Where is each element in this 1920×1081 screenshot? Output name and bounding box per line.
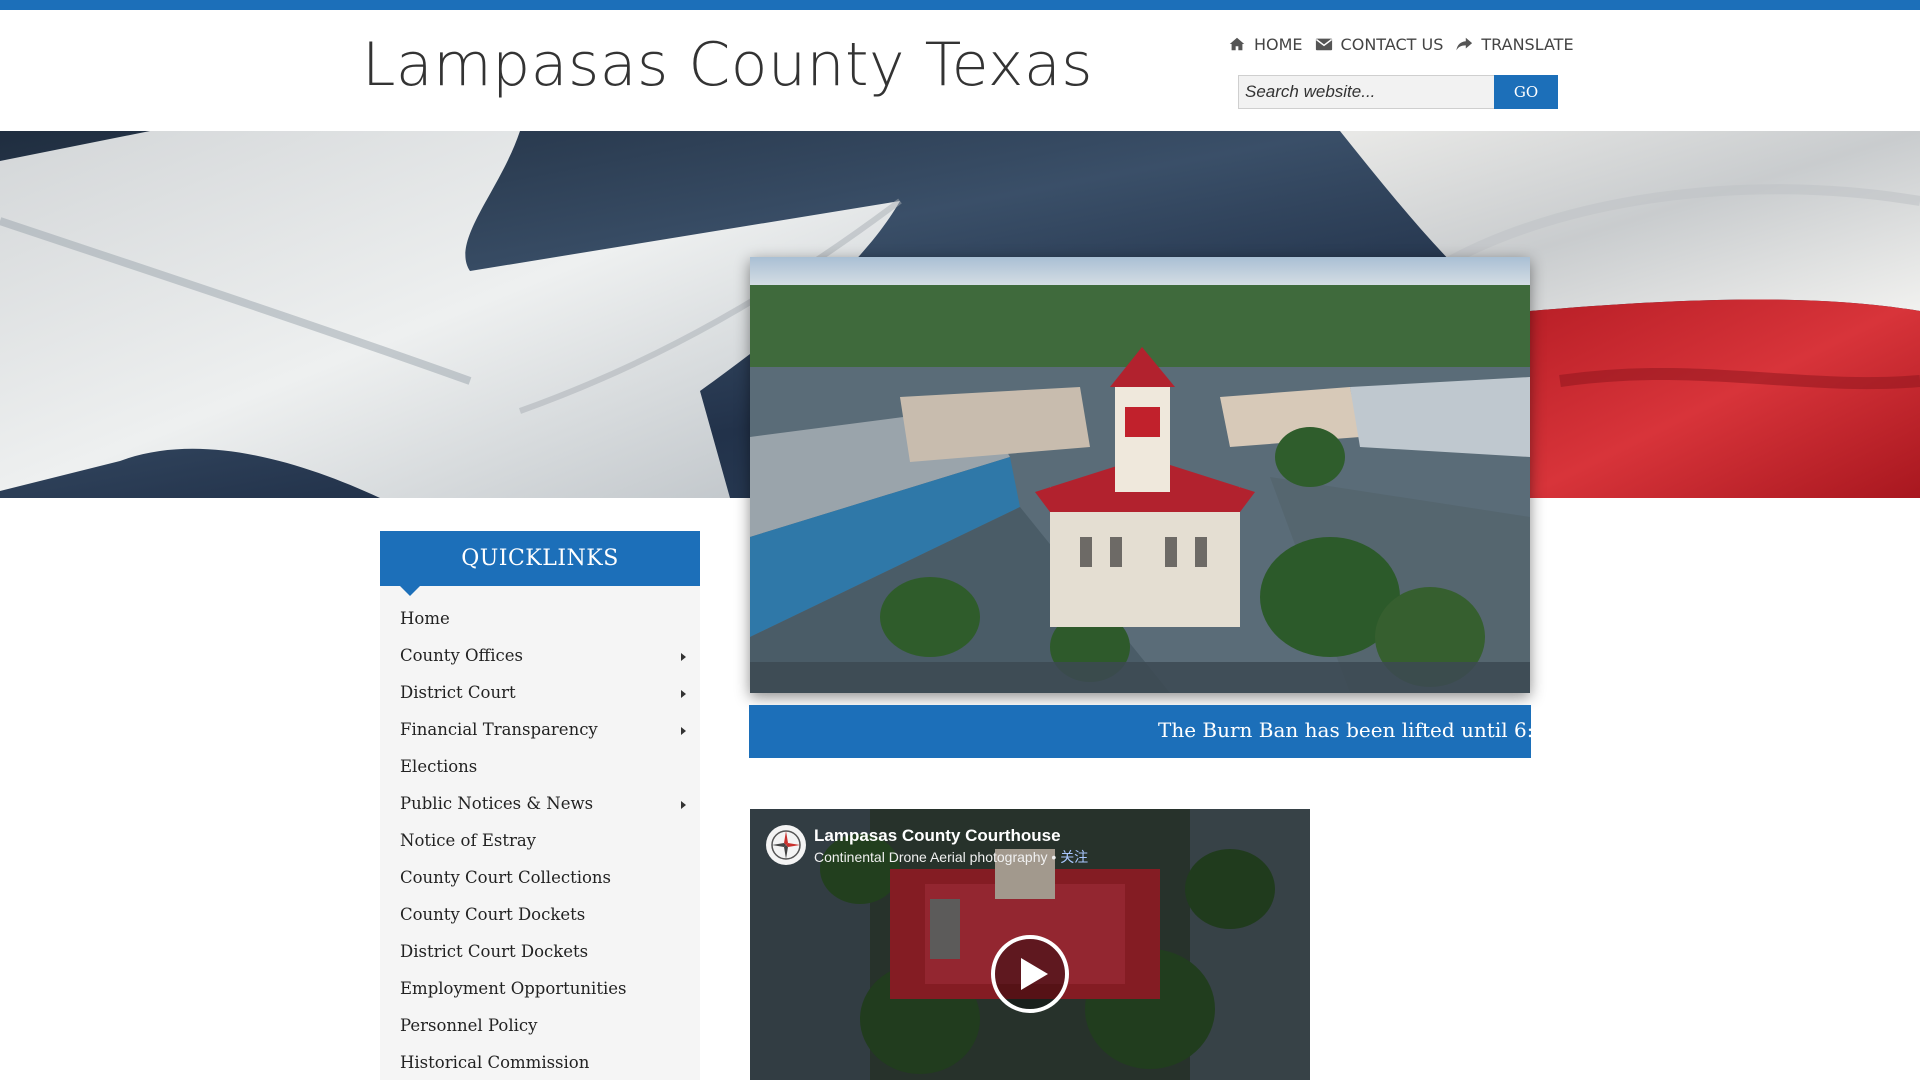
caret-right-icon <box>681 690 686 698</box>
aerial-courthouse-image <box>750 257 1530 693</box>
caret-right-icon <box>681 727 686 735</box>
channel-avatar[interactable] <box>766 825 806 865</box>
nav-translate-label: TRANSLATE <box>1481 34 1574 54</box>
quicklinks-list: Home County Offices District Court Finan… <box>380 586 700 1081</box>
nav-translate-link[interactable]: TRANSLATE <box>1455 34 1574 54</box>
quicklink-personnel-policy[interactable]: Personnel Policy <box>380 1007 700 1044</box>
top-accent-bar <box>0 0 1920 10</box>
quicklink-elections[interactable]: Elections <box>380 748 700 785</box>
nav-home-link[interactable]: HOME <box>1228 35 1303 54</box>
quicklink-district-court[interactable]: District Court <box>380 674 700 711</box>
ticker-text: The Burn Ban has been lifted until 6:00 <box>1158 718 1531 742</box>
quicklink-home[interactable]: Home <box>380 600 700 637</box>
quicklink-notice-of-estray[interactable]: Notice of Estray <box>380 822 700 859</box>
quicklink-label: Home <box>400 609 450 628</box>
play-icon <box>991 935 1069 1013</box>
video-channel-name[interactable]: Continental Drone Aerial photography <box>814 849 1048 865</box>
share-arrow-icon <box>1456 37 1473 51</box>
quicklink-label: Elections <box>400 757 478 776</box>
nav-contact-link[interactable]: CONTACT US <box>1315 34 1444 54</box>
video-separator: • <box>1047 849 1061 865</box>
quicklink-county-court-collections[interactable]: County Court Collections <box>380 859 700 896</box>
quicklinks-panel: QUICKLINKS Home County Offices District … <box>380 531 700 1080</box>
compass-logo-icon <box>771 830 801 860</box>
quicklink-employment-opportunities[interactable]: Employment Opportunities <box>380 970 700 1007</box>
site-search: GO <box>1238 75 1558 109</box>
caret-right-icon <box>681 653 686 661</box>
video-embed[interactable]: Lampasas County Courthouse Continental D… <box>750 809 1310 1080</box>
quicklinks-title: QUICKLINKS <box>380 531 700 596</box>
quicklink-label: Employment Opportunities <box>400 979 627 998</box>
quicklink-label: Public Notices & News <box>400 794 594 813</box>
quicklink-district-court-dockets[interactable]: District Court Dockets <box>380 933 700 970</box>
announcement-ticker[interactable]: The Burn Ban has been lifted until 6:00 <box>749 705 1531 758</box>
quicklink-historical-commission[interactable]: Historical Commission <box>380 1044 700 1081</box>
video-subtitle: Continental Drone Aerial photography • 关… <box>814 847 1088 867</box>
quicklink-label: District Court Dockets <box>400 942 589 961</box>
search-go-button[interactable]: GO <box>1494 75 1558 109</box>
quicklink-county-offices[interactable]: County Offices <box>380 637 700 674</box>
utility-nav: HOME CONTACT US TRANSLATE <box>1228 32 1574 56</box>
featured-courthouse-photo[interactable] <box>750 257 1530 693</box>
quicklink-label: County Offices <box>400 646 524 665</box>
search-input[interactable] <box>1238 75 1494 109</box>
quicklink-county-court-dockets[interactable]: County Court Dockets <box>380 896 700 933</box>
quicklink-financial-transparency[interactable]: Financial Transparency <box>380 711 700 748</box>
quicklink-label: Financial Transparency <box>400 720 598 739</box>
play-button[interactable] <box>990 934 1070 1014</box>
quicklink-public-notices-news[interactable]: Public Notices & News <box>380 785 700 822</box>
quicklink-label: County Court Collections <box>400 868 612 887</box>
nav-contact-label: CONTACT US <box>1340 34 1444 54</box>
quicklink-label: District Court <box>400 683 516 702</box>
quicklink-label: Notice of Estray <box>400 831 537 850</box>
caret-right-icon <box>681 801 686 809</box>
site-title[interactable]: Lampasas County Texas <box>362 30 1093 100</box>
nav-home-label: HOME <box>1254 34 1303 54</box>
video-title[interactable]: Lampasas County Courthouse <box>814 826 1061 846</box>
video-follow-link[interactable]: 关注 <box>1060 849 1088 865</box>
envelope-icon <box>1315 38 1332 51</box>
quicklink-label: County Court Dockets <box>400 905 586 924</box>
quicklink-label: Historical Commission <box>400 1053 590 1072</box>
home-icon <box>1229 37 1245 51</box>
quicklink-label: Personnel Policy <box>400 1016 538 1035</box>
